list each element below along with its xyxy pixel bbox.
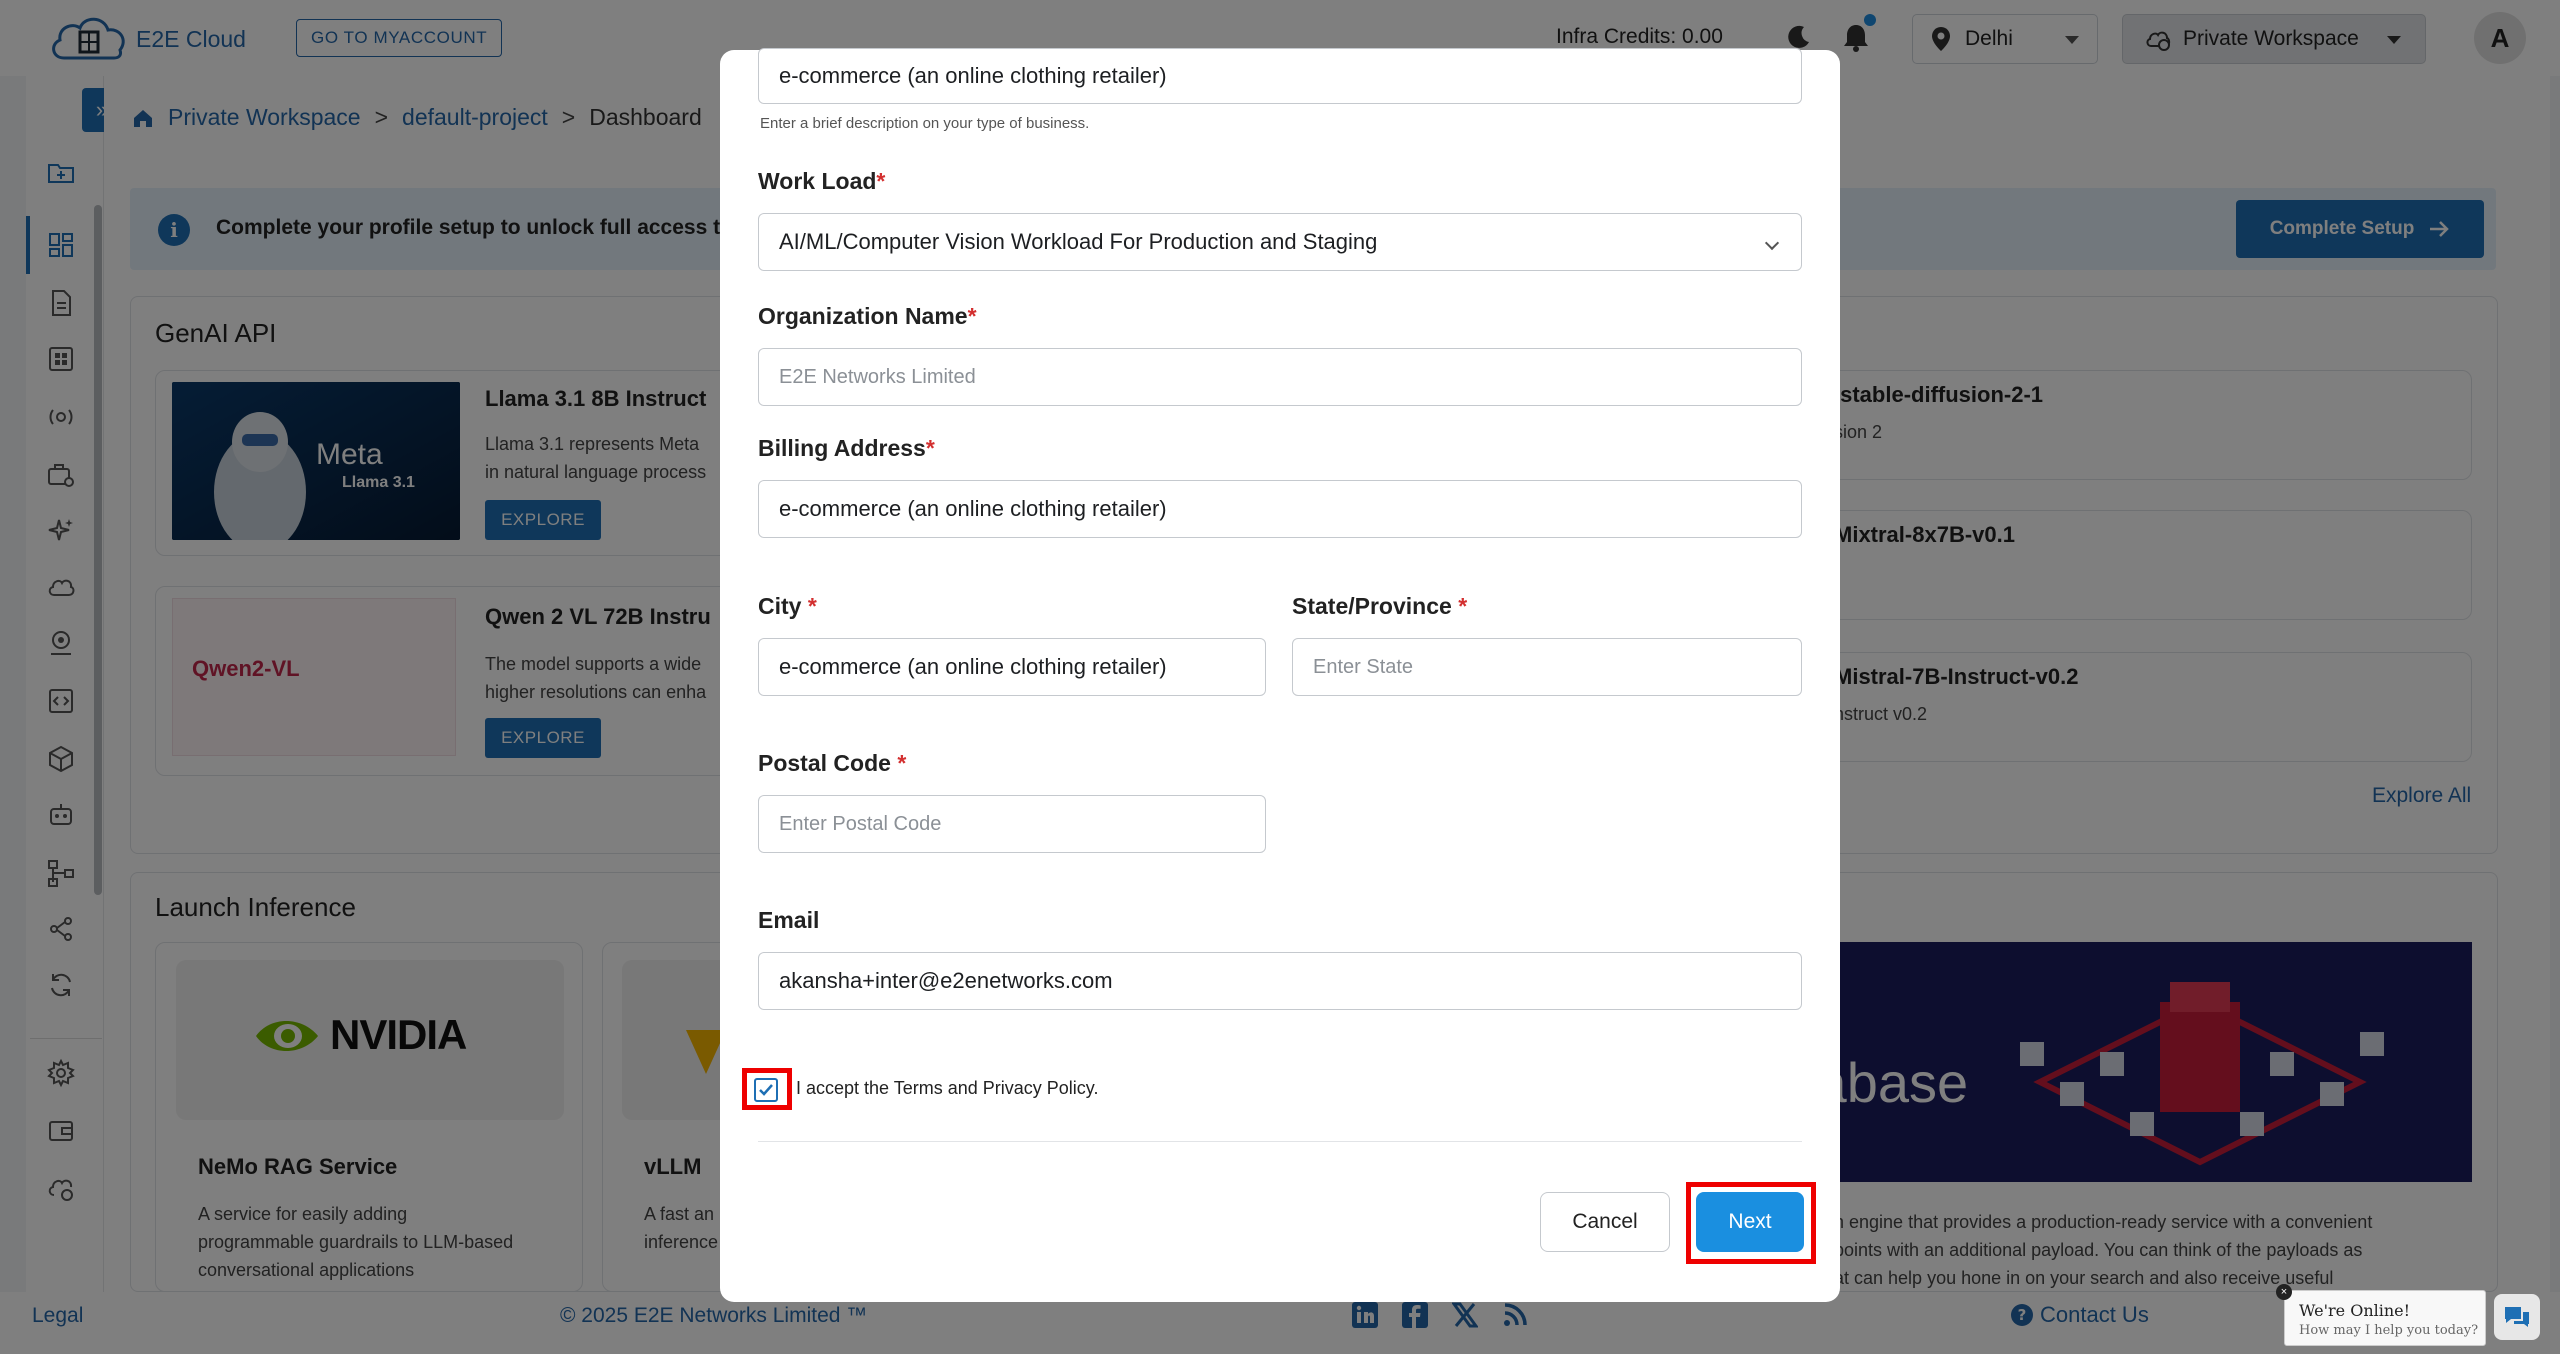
terms-checkbox[interactable] xyxy=(754,1078,778,1102)
postal-code-input[interactable]: Enter Postal Code xyxy=(758,795,1266,853)
checkmark-icon xyxy=(759,1084,773,1096)
email-label: Email xyxy=(758,907,820,933)
business-description-input[interactable]: e-commerce (an online clothing retailer) xyxy=(758,48,1802,104)
organization-name-label: Organization Name* xyxy=(758,303,977,329)
city-label: City * xyxy=(758,593,817,619)
workload-value: AI/ML/Computer Vision Workload For Produ… xyxy=(779,229,1378,254)
billing-address-label: Billing Address* xyxy=(758,435,935,461)
workload-label: Work Load* xyxy=(758,168,886,194)
postal-code-label: Postal Code * xyxy=(758,750,907,776)
state-province-label: State/Province * xyxy=(1292,593,1468,619)
billing-address-input[interactable]: e-commerce (an online clothing retailer) xyxy=(758,480,1802,538)
chat-subtitle: How may I help you today? xyxy=(2299,1323,2479,1338)
email-input[interactable]: akansha+inter@e2enetworks.com xyxy=(758,952,1802,1010)
chat-greeting-bubble[interactable]: We're Online! How may I help you today? xyxy=(2284,1290,2486,1346)
chevron-down-icon xyxy=(1764,235,1780,251)
city-input[interactable]: e-commerce (an online clothing retailer) xyxy=(758,638,1266,696)
chat-title: We're Online! xyxy=(2299,1301,2411,1320)
organization-name-input[interactable]: E2E Networks Limited xyxy=(758,348,1802,406)
business-description-help: Enter a brief description on your type o… xyxy=(760,115,1090,132)
workload-select[interactable]: AI/ML/Computer Vision Workload For Produ… xyxy=(758,213,1802,271)
state-province-input[interactable]: Enter State xyxy=(1292,638,1802,696)
next-button[interactable]: Next xyxy=(1696,1192,1804,1252)
chat-close-icon[interactable]: × xyxy=(2276,1284,2292,1300)
modal-footer-divider xyxy=(758,1141,1802,1142)
chat-launcher-icon[interactable] xyxy=(2494,1294,2540,1340)
cancel-button[interactable]: Cancel xyxy=(1540,1192,1670,1252)
terms-label[interactable]: I accept the Terms and Privacy Policy. xyxy=(796,1078,1098,1099)
